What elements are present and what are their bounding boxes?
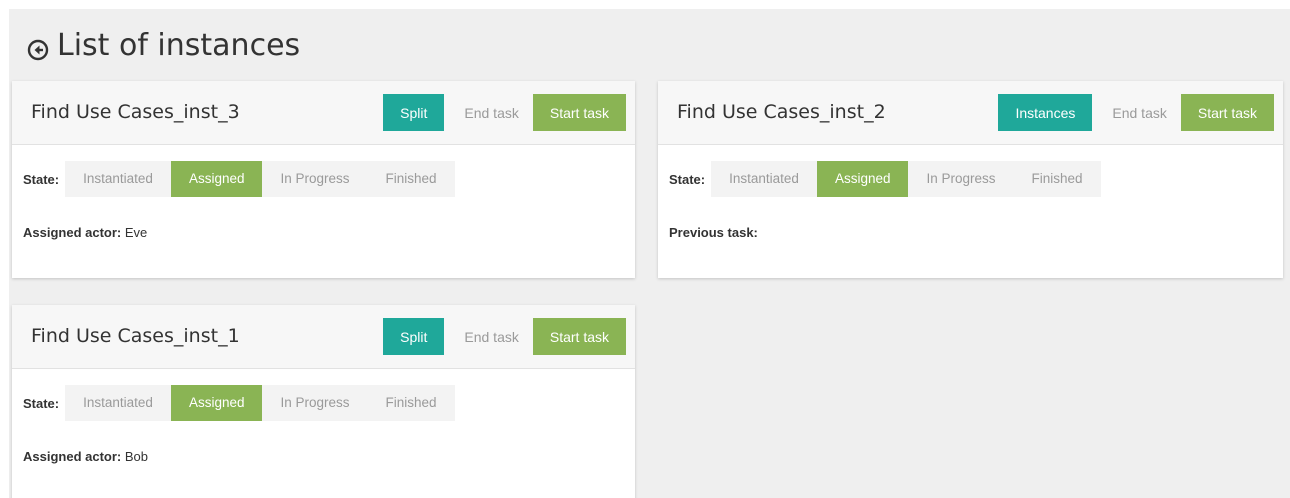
card-actions: Split End task Start task xyxy=(383,318,626,355)
state-finished[interactable]: Finished xyxy=(367,385,455,421)
card-actions: Split End task Start task xyxy=(383,94,626,131)
state-pills: Instantiated Assigned In Progress Finish… xyxy=(65,161,455,197)
split-button[interactable]: Split xyxy=(383,94,445,131)
card-header: Find Use Cases_inst_3 Split End task Sta… xyxy=(12,81,635,145)
state-instantiated[interactable]: Instantiated xyxy=(65,161,171,197)
end-task-button[interactable]: End task xyxy=(450,94,532,131)
instance-card: Find Use Cases_inst_2 Instances End task… xyxy=(658,81,1283,278)
card-title: Find Use Cases_inst_2 xyxy=(677,101,886,123)
back-circle-icon[interactable] xyxy=(27,34,49,61)
info-value: Eve xyxy=(124,225,148,240)
page-header: List of instances xyxy=(27,25,300,65)
state-assigned[interactable]: Assigned xyxy=(170,385,263,421)
state-label: State: xyxy=(669,171,706,187)
state-in-progress[interactable]: In Progress xyxy=(262,385,368,421)
state-in-progress[interactable]: In Progress xyxy=(262,161,368,197)
info-label: Assigned actor: xyxy=(23,225,122,240)
state-instantiated[interactable]: Instantiated xyxy=(65,385,171,421)
card-actions: Instances End task Start task xyxy=(998,94,1274,131)
state-instantiated[interactable]: Instantiated xyxy=(711,161,817,197)
state-finished[interactable]: Finished xyxy=(1013,161,1101,197)
state-row: State: Instantiated Assigned In Progress… xyxy=(23,161,455,197)
state-assigned[interactable]: Assigned xyxy=(816,161,909,197)
assigned-actor-row: Assigned actor: Eve xyxy=(23,225,147,240)
state-finished[interactable]: Finished xyxy=(367,161,455,197)
page-canvas: List of instances Find Use Cases_inst_3 … xyxy=(9,9,1290,498)
end-task-button[interactable]: End task xyxy=(450,318,532,355)
page-title: List of instances xyxy=(57,27,301,63)
card-title: Find Use Cases_inst_1 xyxy=(31,325,240,347)
card-header: Find Use Cases_inst_1 Split End task Sta… xyxy=(12,305,635,369)
previous-task-row: Previous task: xyxy=(669,225,758,240)
start-task-button[interactable]: Start task xyxy=(532,94,626,131)
assigned-actor-row: Assigned actor: Bob xyxy=(23,449,148,464)
instance-card: Find Use Cases_inst_1 Split End task Sta… xyxy=(12,305,635,498)
state-assigned[interactable]: Assigned xyxy=(170,161,263,197)
card-header: Find Use Cases_inst_2 Instances End task… xyxy=(658,81,1283,145)
info-value: Bob xyxy=(124,449,149,464)
start-task-button[interactable]: Start task xyxy=(532,318,626,355)
end-task-button[interactable]: End task xyxy=(1098,94,1180,131)
state-pills: Instantiated Assigned In Progress Finish… xyxy=(711,161,1101,197)
info-label: Assigned actor: xyxy=(23,449,122,464)
instances-button[interactable]: Instances xyxy=(998,94,1093,131)
instance-card: Find Use Cases_inst_3 Split End task Sta… xyxy=(12,81,635,278)
state-row: State: Instantiated Assigned In Progress… xyxy=(669,161,1101,197)
start-task-button[interactable]: Start task xyxy=(1180,94,1274,131)
card-title: Find Use Cases_inst_3 xyxy=(31,101,240,123)
state-label: State: xyxy=(23,171,60,187)
info-label: Previous task: xyxy=(669,225,758,240)
split-button[interactable]: Split xyxy=(383,318,445,355)
state-label: State: xyxy=(23,395,60,411)
state-row: State: Instantiated Assigned In Progress… xyxy=(23,385,455,421)
state-pills: Instantiated Assigned In Progress Finish… xyxy=(65,385,455,421)
state-in-progress[interactable]: In Progress xyxy=(908,161,1014,197)
